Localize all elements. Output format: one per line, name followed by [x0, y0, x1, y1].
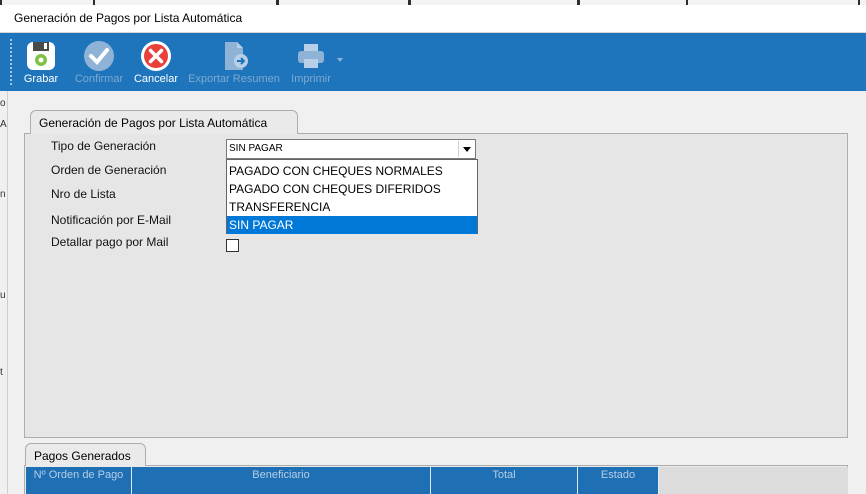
export-summary-button[interactable]: Exportar Resumen: [186, 37, 282, 89]
edge-text: n: [0, 189, 6, 200]
dropdown-option[interactable]: PAGADO CON CHEQUES NORMALES: [227, 162, 477, 180]
background-window-edge: o A n u t: [0, 91, 8, 494]
column-header-beneficiario[interactable]: Beneficiario: [132, 467, 431, 494]
orden-generacion-label: Orden de Generación: [51, 163, 167, 177]
window-title: Generación de Pagos por Lista Automática: [14, 11, 243, 25]
cancel-button[interactable]: Cancelar: [131, 37, 181, 89]
dropdown-option[interactable]: TRANSFERENCIA: [227, 198, 477, 216]
column-header-orden[interactable]: Nº Orden de Pago: [26, 467, 132, 494]
confirm-button-label: Confirmar: [74, 73, 124, 85]
chevron-down-icon[interactable]: [337, 58, 343, 62]
detallar-pago-checkbox[interactable]: [226, 239, 239, 252]
edge-text: t: [0, 367, 3, 378]
edge-text: A: [0, 119, 7, 130]
title-bar: Generación de Pagos por Lista Automática: [0, 5, 866, 33]
dropdown-option-selected[interactable]: SIN PAGAR: [227, 216, 477, 234]
save-icon: [27, 42, 55, 70]
cancel-button-label: Cancelar: [133, 73, 179, 85]
export-document-icon: [225, 42, 248, 70]
print-button[interactable]: Imprimir: [286, 37, 336, 89]
tipo-generacion-select[interactable]: SIN PAGAR: [226, 139, 476, 159]
pagos-grid-header: Nº Orden de Pago Beneficiario Total Esta…: [26, 467, 848, 494]
check-circle-icon: [84, 41, 114, 71]
confirm-button[interactable]: Confirmar: [72, 37, 126, 89]
tab-generacion-pagos-label: Generación de Pagos por Lista Automática: [39, 116, 268, 130]
tipo-generacion-label: Tipo de Generación: [51, 139, 156, 153]
detallar-pago-label: Detallar pago por Mail: [51, 235, 169, 249]
edge-text: u: [0, 290, 6, 301]
export-summary-button-label: Exportar Resumen: [188, 73, 280, 85]
tab-pagos-generados-label: Pagos Generados: [34, 449, 131, 463]
edge-text: o: [0, 98, 6, 109]
save-button[interactable]: Grabar: [20, 37, 62, 89]
chevron-down-icon[interactable]: [458, 141, 474, 157]
tipo-generacion-dropdown-list: PAGADO CON CHEQUES NORMALES PAGADO CON C…: [226, 159, 478, 234]
save-button-label: Grabar: [23, 73, 59, 85]
column-header-estado[interactable]: Estado: [578, 467, 659, 494]
notificacion-email-label: Notificación por E-Mail: [51, 213, 172, 227]
column-header-filler: [659, 467, 848, 494]
nro-lista-label: Nro de Lista: [51, 187, 116, 201]
printer-icon: [298, 44, 324, 68]
toolbar-grip[interactable]: [10, 39, 12, 85]
tab-generacion-pagos[interactable]: Generación de Pagos por Lista Automática: [30, 110, 298, 134]
toolbar: Grabar Confirmar Cancelar Exportar Resum…: [0, 33, 866, 91]
print-button-label: Imprimir: [291, 73, 331, 85]
tab-pagos-generados[interactable]: Pagos Generados: [25, 443, 146, 466]
column-header-total[interactable]: Total: [431, 467, 578, 494]
tipo-generacion-value: SIN PAGAR: [229, 143, 283, 154]
cancel-circle-icon: [141, 41, 171, 71]
dropdown-option[interactable]: PAGADO CON CHEQUES DIFERIDOS: [227, 180, 477, 198]
